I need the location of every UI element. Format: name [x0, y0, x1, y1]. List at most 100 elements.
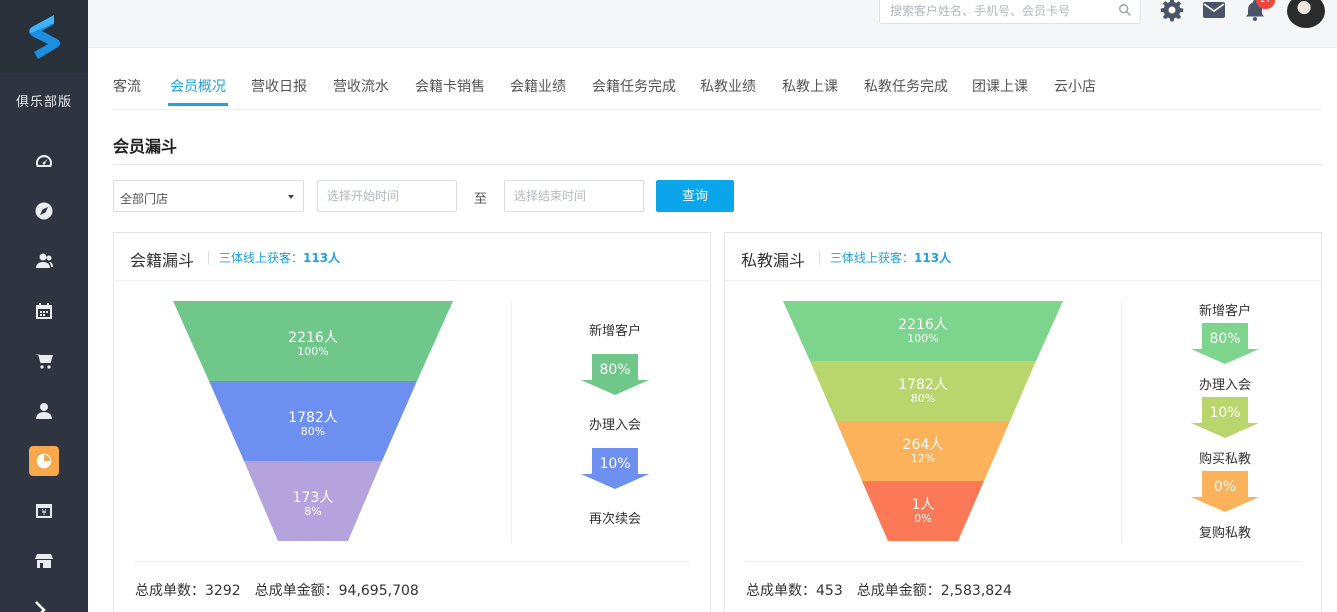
funnel-segment-label: 1782人 80%: [253, 410, 373, 438]
search-input[interactable]: [880, 0, 1100, 23]
totals-divider: [745, 561, 1301, 562]
search-box: [879, 0, 1141, 24]
segment-count: 173人: [292, 490, 334, 506]
tab-cloud-store[interactable]: 云小店: [1054, 76, 1096, 96]
tab-daily-revenue[interactable]: 营收日报: [251, 76, 307, 96]
totals-divider: [134, 561, 690, 562]
column-divider: [1121, 301, 1122, 543]
settings-icon[interactable]: [1160, 0, 1184, 22]
card-title: 私教漏斗: [741, 251, 806, 270]
card-header: 私教漏斗 三体线上获客：113人: [725, 233, 1321, 281]
svg-text:¥: ¥: [41, 508, 46, 517]
cart-icon: [35, 354, 53, 369]
finance-icon: ¥: [36, 504, 52, 518]
conversion-rate: 0%: [1213, 479, 1237, 495]
tab-member-overview[interactable]: 会员概况: [168, 76, 228, 106]
nav-customers[interactable]: [0, 236, 88, 286]
funnel-segment-label: 264人 12%: [863, 437, 983, 465]
report-icon: [36, 453, 52, 469]
nav-shop[interactable]: [0, 336, 88, 386]
start-date-field: [317, 180, 457, 212]
totals-row: 总成单数：453 总成单金额：2,583,824: [746, 580, 1026, 600]
online-acquisition: 三体线上获客：113人: [208, 251, 340, 265]
segment-percent: 100%: [297, 345, 329, 358]
date-range-separator: 至: [474, 192, 488, 207]
total-amount: 总成单金额：94,695,708: [254, 583, 419, 599]
store-icon: [35, 554, 53, 568]
tab-card-sales[interactable]: 会籍卡销售: [415, 76, 485, 96]
conversion-rate: 80%: [599, 362, 631, 378]
start-date-input[interactable]: [318, 181, 456, 211]
users-icon: [36, 253, 53, 268]
segment-count: 2216人: [288, 330, 338, 346]
nav-dashboard[interactable]: [0, 136, 88, 186]
nav-finance[interactable]: ¥: [0, 486, 88, 536]
funnel-segment-label: 1人 0%: [863, 497, 983, 525]
brand-label: 俱乐部版: [15, 95, 72, 110]
compass-icon: [35, 202, 53, 220]
tab-traffic[interactable]: 客流: [113, 76, 141, 96]
totals-row: 总成单数：3292 总成单金额：94,695,708: [135, 580, 433, 600]
step-label: 再次续会: [588, 512, 641, 527]
funnel-segment-label: 173人 8%: [253, 490, 373, 518]
store-select[interactable]: 全部门店: [113, 180, 304, 212]
segment-percent: 80%: [300, 425, 326, 438]
step-label: 购买私教: [1198, 452, 1251, 467]
nav-reports-tile: [29, 446, 59, 476]
tab-group-classes[interactable]: 团课上课: [972, 76, 1028, 96]
online-acquisition-label: 三体线上获客：: [830, 251, 915, 265]
calendar-icon: [36, 303, 52, 319]
tab-revenue-flow[interactable]: 营收流水: [333, 76, 389, 96]
search-icon[interactable]: [1118, 3, 1132, 17]
membership-funnel-card: 会籍漏斗 三体线上获客：113人 2216人 100% 1782人 80% 173人…: [113, 232, 711, 612]
tab-pt-tasks[interactable]: 私教任务完成: [864, 76, 948, 96]
nav-schedule[interactable]: [0, 286, 88, 336]
tab-pt-performance[interactable]: 私教业绩: [700, 76, 756, 96]
total-amount: 总成单金额：2,583,824: [856, 583, 1012, 599]
nav-staff[interactable]: [0, 386, 88, 436]
nav-reports[interactable]: [0, 436, 88, 486]
end-date-input[interactable]: [505, 181, 643, 211]
store-select-value: 全部门店: [120, 192, 169, 206]
step-label: 新增客户: [588, 324, 641, 339]
expand-icon[interactable]: [30, 600, 50, 612]
online-acquisition-value: 113人: [914, 251, 952, 265]
segment-count: 1人: [911, 497, 935, 513]
card-header: 会籍漏斗 三体线上获客：113人: [114, 233, 710, 281]
nav-store[interactable]: [0, 536, 88, 586]
logo-icon: [29, 14, 61, 59]
online-acquisition: 三体线上获客：113人: [819, 251, 951, 265]
card-title: 会籍漏斗: [130, 251, 195, 270]
logo[interactable]: [0, 0, 88, 73]
user-icon: [36, 403, 52, 419]
segment-percent: 12%: [910, 452, 936, 465]
segment-count: 2216人: [898, 317, 948, 333]
conversion-rate: 80%: [1209, 331, 1241, 347]
segment-count: 1782人: [288, 410, 338, 426]
conversion-rate: 10%: [1209, 405, 1241, 421]
funnel-segment-label: 2216人 100%: [863, 317, 983, 345]
online-acquisition-value: 113人: [303, 251, 341, 265]
top-bar: [88, 0, 1337, 48]
tab-membership-performance[interactable]: 会籍业绩: [510, 76, 566, 96]
segment-percent: 80%: [910, 392, 936, 405]
step-label: 办理入会: [588, 418, 641, 433]
query-button[interactable]: 查询: [656, 180, 734, 212]
segment-percent: 0%: [914, 512, 932, 525]
nav-explore[interactable]: [0, 186, 88, 236]
tab-pt-classes[interactable]: 私教上课: [782, 76, 838, 96]
page-title: 会员漏斗: [113, 137, 178, 156]
total-orders: 总成单数：3292: [135, 583, 241, 599]
chevron-down-icon: [288, 195, 294, 199]
funnel-segment-label: 2216人 100%: [253, 330, 373, 358]
tab-membership-tasks[interactable]: 会籍任务完成: [592, 76, 676, 96]
pt-funnel-card: 私教漏斗 三体线上获客：113人 2216人 100% 1782人 80% 264人…: [724, 232, 1322, 612]
segment-percent: 100%: [907, 332, 939, 345]
funnel-segment-label: 1782人 80%: [863, 377, 983, 405]
total-orders: 总成单数：453: [746, 583, 843, 599]
step-label: 办理入会: [1198, 378, 1251, 393]
report-tabs: 客流 会员概况 营收日报 营收流水 会籍卡销售 会籍业绩 会籍任务完成 私教业绩…: [113, 70, 1322, 110]
online-acquisition-label: 三体线上获客：: [219, 251, 304, 265]
step-label: 复购私教: [1198, 526, 1251, 541]
mail-icon[interactable]: [1202, 0, 1226, 22]
